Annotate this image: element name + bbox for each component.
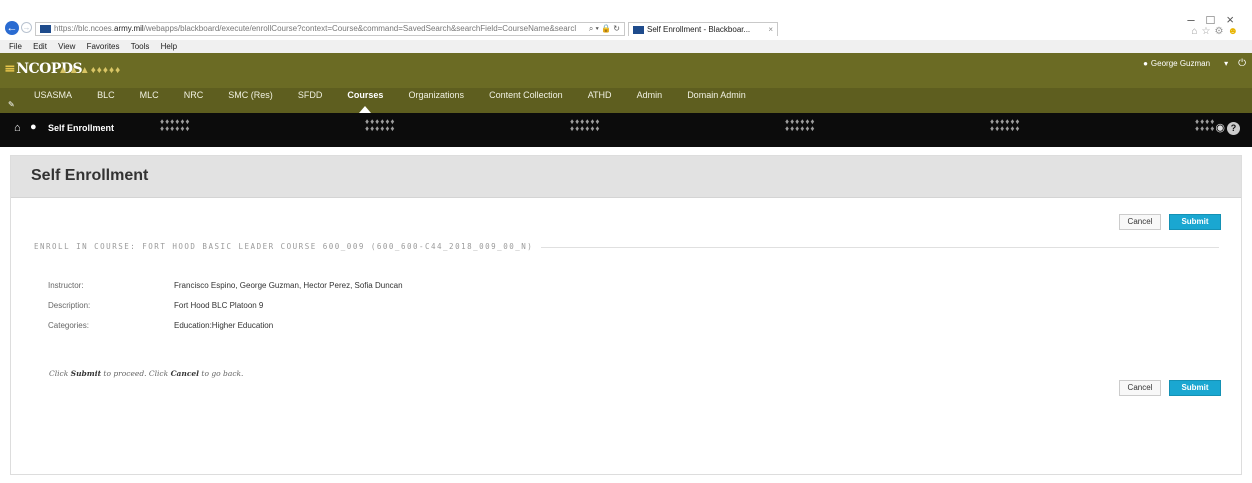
menu-help[interactable]: Help: [161, 40, 177, 53]
cancel-button-top[interactable]: Cancel: [1119, 214, 1161, 230]
edit-pencil-icon[interactable]: ✎: [8, 100, 15, 109]
decorative-pattern: ♦♦♦♦♦♦ ♦♦♦♦♦♦: [570, 117, 601, 133]
tab-close-icon[interactable]: ×: [768, 23, 773, 36]
nav-item-sfdd[interactable]: SFDD: [298, 88, 323, 103]
home-browser-icon[interactable]: ⌂: [1191, 26, 1201, 37]
favorites-star-icon[interactable]: ☆: [1202, 26, 1215, 37]
hint-middle: to proceed. Click: [101, 369, 171, 378]
feedback-smiley-icon[interactable]: ☻: [1227, 26, 1242, 37]
nav-item-usasma[interactable]: USASMA: [34, 88, 72, 103]
decorative-pattern: ♦♦♦♦♦♦ ♦♦♦♦♦♦: [160, 117, 191, 133]
page-title: Self Enrollment: [31, 167, 149, 184]
nav-item-nrc[interactable]: NRC: [184, 88, 204, 103]
menu-tools[interactable]: Tools: [131, 40, 150, 53]
address-bar[interactable]: https://blc.ncoes.army.mil/webapps/black…: [35, 22, 625, 36]
logo-mark-icon: ≡: [4, 61, 16, 77]
menu-file[interactable]: File: [9, 40, 22, 53]
hint-submit: Submit: [70, 369, 102, 378]
nav-item-blc[interactable]: BLC: [97, 88, 115, 103]
submit-button-bottom[interactable]: Submit: [1169, 380, 1221, 396]
hint-suffix: to go back.: [199, 369, 244, 378]
nav-item-athd[interactable]: ATHD: [588, 88, 612, 103]
browser-menubar: File Edit View Favorites Tools Help: [0, 40, 1252, 53]
nav-item-domain-admin[interactable]: Domain Admin: [687, 88, 746, 103]
nav-item-mlc[interactable]: MLC: [140, 88, 159, 103]
browser-chrome: ← → https://blc.ncoes.army.mil/webapps/b…: [0, 0, 1252, 40]
breadcrumb-current: Self Enrollment: [48, 123, 115, 133]
page-header: Self Enrollment: [11, 156, 1241, 198]
detail-label: Description:: [48, 301, 91, 310]
home-icon[interactable]: ⌂: [14, 122, 21, 134]
detail-value: Education:Higher Education: [174, 321, 274, 330]
decorative-pattern: ♦♦♦♦♦♦ ♦♦♦♦♦♦: [990, 117, 1021, 133]
tab-favicon-icon: [633, 25, 644, 34]
hint-cancel: Cancel: [170, 369, 200, 378]
detail-row-instructor: Instructor: Francisco Espino, George Guzm…: [48, 281, 403, 301]
menu-edit[interactable]: Edit: [33, 40, 47, 53]
course-details: Instructor: Francisco Espino, George Guzm…: [48, 281, 403, 341]
nav-item-admin[interactable]: Admin: [637, 88, 663, 103]
chevron-down-icon: ▾: [1224, 59, 1229, 68]
course-menu-dot-icon[interactable]: ●: [30, 121, 37, 133]
detail-label: Instructor:: [48, 281, 84, 290]
nav-item-courses-label: Courses: [347, 90, 384, 100]
detail-row-categories: Categories: Education:Higher Education: [48, 321, 403, 341]
address-host: army.mil: [114, 24, 144, 33]
user-icon: ●: [1143, 59, 1148, 68]
brand-bar: ≡NCOPDS ▲▲▲♦♦♦♦♦ ● George Guzman ▾ ⏻: [0, 53, 1252, 88]
cancel-button-bottom[interactable]: Cancel: [1119, 380, 1161, 396]
detail-label: Categories:: [48, 321, 89, 330]
detail-row-description: Description: Fort Hood BLC Platoon 9: [48, 301, 403, 321]
logout-power-icon[interactable]: ⏻: [1238, 58, 1246, 69]
hint-prefix: Click: [49, 369, 71, 378]
address-prefix: https://blc.ncoes.: [54, 24, 115, 33]
menu-favorites[interactable]: Favorites: [87, 40, 120, 53]
detail-value: Fort Hood BLC Platoon 9: [174, 301, 264, 310]
main-nav: ✎ USASMA BLC MLC NRC SMC (Res) SFDD Cour…: [0, 88, 1252, 113]
tab-title: Self Enrollment - Blackboar...: [647, 25, 751, 34]
instruction-text: Click Submit to proceed. Click Cancel to…: [49, 369, 243, 378]
nav-item-content-collection[interactable]: Content Collection: [489, 88, 563, 103]
nav-item-smc-res[interactable]: SMC (Res): [228, 88, 273, 103]
help-icon[interactable]: ?: [1227, 122, 1240, 135]
window-controls: –□×: [1187, 12, 1246, 27]
submit-button-top[interactable]: Submit: [1169, 214, 1221, 230]
content-panel: Self Enrollment Cancel Submit ENROLL IN …: [10, 155, 1242, 475]
back-arrow-icon[interactable]: ←: [5, 21, 19, 35]
nav-item-courses[interactable]: Courses: [347, 88, 384, 113]
site-favicon-icon: [40, 24, 51, 33]
breadcrumb-tools: ◉?: [1215, 121, 1240, 135]
nav-item-organizations[interactable]: Organizations: [409, 88, 465, 103]
user-name: George Guzman: [1150, 59, 1211, 68]
decorative-pattern: ♦♦♦♦ ♦♦♦♦: [1195, 117, 1216, 133]
address-tools[interactable]: ⌕ ▾ 🔒 ↻: [589, 23, 620, 35]
accessibility-icon[interactable]: ◉: [1215, 122, 1225, 134]
breadcrumb: ♦♦♦♦♦♦ ♦♦♦♦♦♦ ♦♦♦♦♦♦ ♦♦♦♦♦♦ ♦♦♦♦♦♦ ♦♦♦♦♦♦ ♦…: [0, 113, 1252, 147]
section-heading: ENROLL IN COURSE: FORT HOOD BASIC LEADER…: [34, 242, 542, 251]
active-tab-pointer-icon: [359, 106, 372, 113]
browser-tools: ⌂☆⚙☻: [1191, 26, 1242, 37]
decorative-pattern: ♦♦♦♦♦♦ ♦♦♦♦♦♦: [365, 117, 396, 133]
close-window-icon[interactable]: ×: [1226, 12, 1246, 27]
settings-gear-icon[interactable]: ⚙: [1215, 26, 1228, 37]
browser-tab[interactable]: Self Enrollment - Blackboar... ×: [628, 22, 778, 36]
rank-insignia-icons: ▲▲▲♦♦♦♦♦: [58, 65, 122, 76]
minimize-icon[interactable]: –: [1187, 12, 1206, 27]
menu-view[interactable]: View: [58, 40, 75, 53]
detail-value: Francisco Espino, George Guzman, Hector …: [174, 281, 403, 290]
user-menu[interactable]: ● George Guzman ▾ ⏻: [1143, 58, 1246, 69]
restore-icon[interactable]: □: [1207, 12, 1227, 27]
forward-arrow-icon[interactable]: →: [21, 22, 32, 33]
decorative-pattern: ♦♦♦♦♦♦ ♦♦♦♦♦♦: [785, 117, 816, 133]
address-path: /webapps/blackboard/execute/enrollCourse…: [143, 24, 577, 33]
